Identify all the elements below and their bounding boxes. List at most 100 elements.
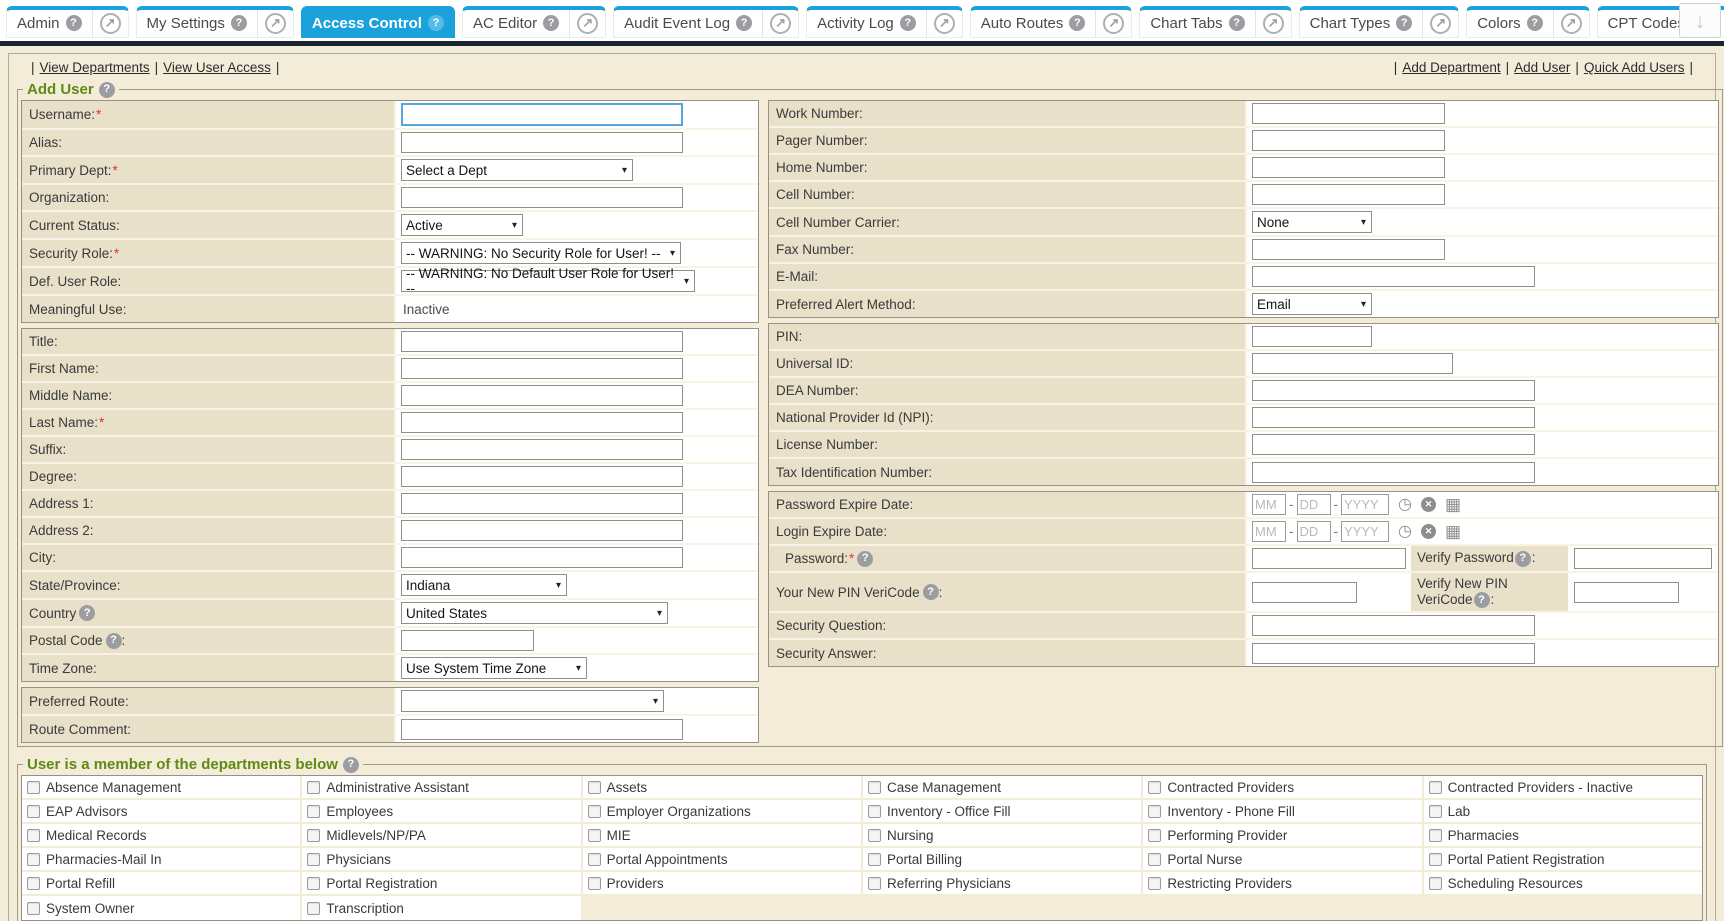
help-icon[interactable]: ? (428, 15, 444, 31)
checkbox[interactable] (868, 877, 881, 890)
help-icon[interactable]: ? (857, 551, 873, 567)
state-province-select[interactable]: Indiana▾ (401, 574, 567, 596)
help-icon[interactable]: ? (543, 15, 559, 31)
address-1-input[interactable] (401, 493, 683, 514)
help-icon[interactable]: ? (99, 82, 115, 98)
help-icon[interactable]: ? (1396, 15, 1412, 31)
password-expire-date-dd-input[interactable] (1297, 494, 1331, 515)
preferred-alert-method-select[interactable]: Email▾ (1252, 293, 1372, 315)
checkbox[interactable] (868, 853, 881, 866)
checkbox[interactable] (1429, 853, 1442, 866)
calendar-icon[interactable]: ▦ (1445, 523, 1461, 540)
security-answer-input[interactable] (1252, 643, 1535, 664)
open-in-window-button[interactable]: ↗ (1422, 10, 1458, 37)
open-in-window-button[interactable]: ↗ (1255, 10, 1291, 37)
checkbox[interactable] (27, 902, 40, 915)
password-expire-date-yyyy-input[interactable] (1341, 494, 1389, 515)
password-expire-date-mm-input[interactable] (1252, 494, 1286, 515)
checkbox[interactable] (588, 781, 601, 794)
open-in-window-button[interactable]: ↗ (569, 10, 605, 37)
city-input[interactable] (401, 547, 683, 568)
tab-scroll-button[interactable]: ↓ (1679, 3, 1721, 38)
checkbox[interactable] (1429, 877, 1442, 890)
fax-number-input[interactable] (1252, 239, 1445, 260)
tab-chart-tabs[interactable]: Chart Tabs?↗ (1139, 6, 1291, 38)
checkbox[interactable] (1148, 805, 1161, 818)
link-add-user[interactable]: Add User (1514, 60, 1570, 75)
checkbox[interactable] (307, 829, 320, 842)
help-icon[interactable]: ? (1474, 592, 1490, 608)
checkbox[interactable] (27, 781, 40, 794)
open-in-window-button[interactable]: ↗ (1095, 10, 1131, 37)
tab-chart-types[interactable]: Chart Types?↗ (1299, 6, 1460, 38)
checkbox[interactable] (1148, 829, 1161, 842)
checkbox[interactable] (588, 877, 601, 890)
work-number-input[interactable] (1252, 103, 1445, 124)
primary-dept-select[interactable]: Select a Dept▾ (401, 159, 633, 181)
clear-icon[interactable]: ✕ (1421, 524, 1436, 539)
checkbox[interactable] (27, 877, 40, 890)
checkbox[interactable] (1148, 781, 1161, 794)
open-in-window-button[interactable]: ↗ (92, 10, 128, 37)
help-icon[interactable]: ? (66, 15, 82, 31)
open-in-window-button[interactable]: ↗ (257, 10, 293, 37)
link-add-department[interactable]: Add Department (1402, 60, 1500, 75)
open-in-window-button[interactable]: ↗ (926, 10, 962, 37)
tab-auto-routes[interactable]: Auto Routes?↗ (970, 6, 1133, 38)
checkbox[interactable] (27, 853, 40, 866)
username-input[interactable] (401, 103, 683, 126)
checkbox[interactable] (1429, 781, 1442, 794)
help-icon[interactable]: ? (736, 15, 752, 31)
route-comment-input[interactable] (401, 719, 683, 740)
preferred-route-select[interactable]: ▾ (401, 690, 664, 712)
password-input[interactable] (1252, 548, 1406, 569)
link-view-departments[interactable]: View Departments (40, 60, 150, 75)
checkbox[interactable] (588, 829, 601, 842)
checkbox[interactable] (868, 805, 881, 818)
tab-colors[interactable]: Colors?↗ (1466, 6, 1589, 38)
checkbox[interactable] (307, 805, 320, 818)
help-icon[interactable]: ? (900, 15, 916, 31)
clock-icon[interactable]: ◷ (1398, 524, 1412, 540)
tab-admin[interactable]: Admin?↗ (6, 6, 129, 38)
calendar-icon[interactable]: ▦ (1445, 496, 1461, 513)
login-expire-date-yyyy-input[interactable] (1341, 521, 1389, 542)
checkbox[interactable] (27, 829, 40, 842)
security-role-select[interactable]: -- WARNING: No Security Role for User! -… (401, 242, 681, 264)
alias-input[interactable] (401, 132, 683, 153)
checkbox[interactable] (868, 829, 881, 842)
checkbox[interactable] (307, 902, 320, 915)
help-icon[interactable]: ? (1069, 15, 1085, 31)
def-user-role-select[interactable]: -- WARNING: No Default User Role for Use… (401, 270, 695, 292)
tab-my-settings[interactable]: My Settings?↗ (136, 6, 294, 38)
help-icon[interactable]: ? (1527, 15, 1543, 31)
tab-access-control[interactable]: Access Control? (301, 6, 455, 38)
checkbox[interactable] (868, 781, 881, 794)
middle-name-input[interactable] (401, 385, 683, 406)
tab-ac-editor[interactable]: AC Editor?↗ (462, 6, 606, 38)
help-icon[interactable]: ? (79, 605, 95, 621)
checkbox[interactable] (307, 877, 320, 890)
open-in-window-button[interactable]: ↗ (1553, 10, 1589, 37)
clock-icon[interactable]: ◷ (1398, 497, 1412, 513)
help-icon[interactable]: ? (343, 757, 359, 773)
open-in-window-button[interactable]: ↗ (762, 10, 798, 37)
checkbox[interactable] (307, 781, 320, 794)
checkbox[interactable] (588, 805, 601, 818)
checkbox[interactable] (1429, 829, 1442, 842)
country-select[interactable]: United States▾ (401, 602, 668, 624)
organization-input[interactable] (401, 187, 683, 208)
last-name-input[interactable] (401, 412, 683, 433)
address-2-input[interactable] (401, 520, 683, 541)
license-number-input[interactable] (1252, 434, 1535, 455)
title-input[interactable] (401, 331, 683, 352)
help-icon[interactable]: ? (1515, 551, 1531, 567)
national-provider-id-npi-input[interactable] (1252, 407, 1535, 428)
postal-code-input[interactable] (401, 630, 534, 651)
checkbox[interactable] (1429, 805, 1442, 818)
checkbox[interactable] (588, 853, 601, 866)
pin-input[interactable] (1252, 326, 1372, 347)
tab-activity-log[interactable]: Activity Log?↗ (806, 6, 963, 38)
login-expire-date-dd-input[interactable] (1297, 521, 1331, 542)
your-new-pin-vericode-input[interactable] (1252, 582, 1357, 603)
